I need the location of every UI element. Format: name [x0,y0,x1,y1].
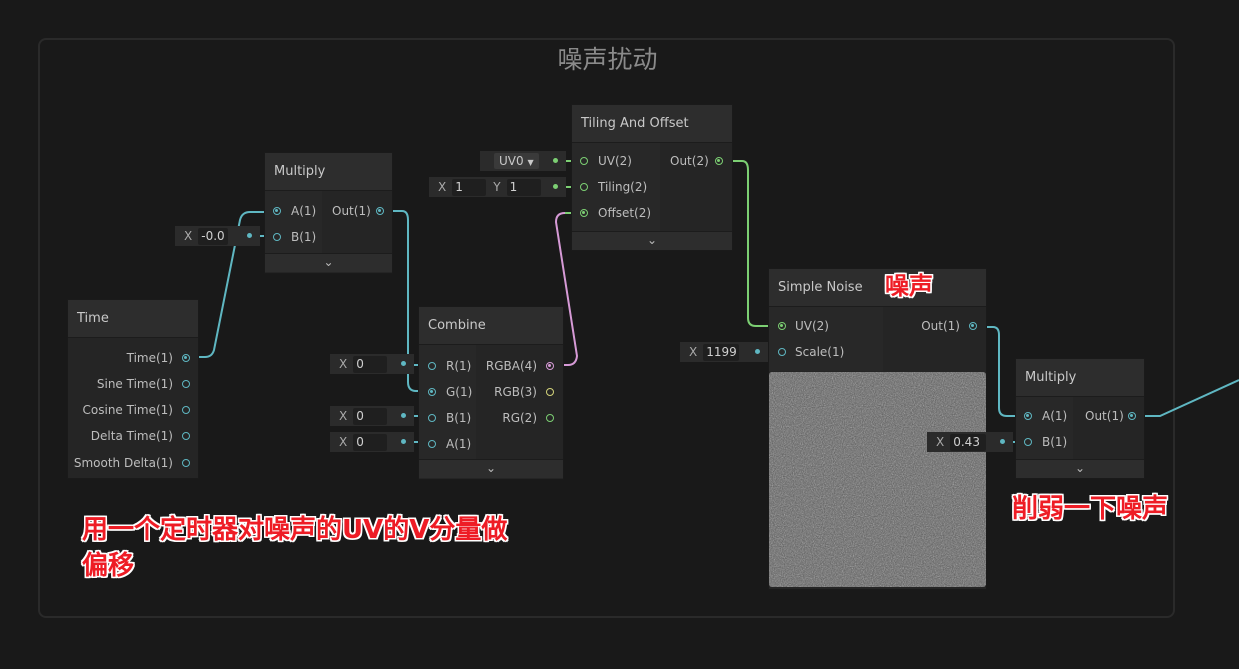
annotation-weaken: 削弱一下噪声 [1012,494,1169,524]
port-tiling[interactable] [580,183,588,191]
port-a[interactable] [273,207,281,215]
multiply1-b-field[interactable]: X -0.0 [175,226,260,246]
node-title: Multiply [1016,359,1144,397]
node-title: Multiply [265,153,392,191]
port-delta-time[interactable] [182,432,190,440]
port-r[interactable] [428,362,436,370]
node-title: Combine [419,307,563,345]
node-title: Time [68,300,198,338]
port-rgb[interactable] [546,388,554,396]
tiling-y[interactable]: 1 [506,178,541,196]
caret-down-icon: ▼ [527,158,534,167]
node-title: Tiling And Offset [572,105,732,143]
annotation-noise: 噪声 [885,272,933,300]
expand-chevron-down-icon[interactable]: ⌄ [419,459,563,478]
port-a[interactable] [428,440,436,448]
port-scale[interactable] [778,348,786,356]
combine-a-field[interactable]: X 0 [330,432,414,452]
noise-scale-field[interactable]: X 1199 [680,342,768,362]
combine-b-field[interactable]: X 0 [330,406,414,426]
port-cosine-time[interactable] [182,406,190,414]
port-rg[interactable] [546,414,554,422]
multiply2-node[interactable]: Multiply A(1) B(1) Out(1) ⌄ [1016,359,1144,478]
tiling-offset-node[interactable]: Tiling And Offset UV(2) Tiling(2) Offset… [572,105,732,250]
port-b[interactable] [428,414,436,422]
port-sine-time[interactable] [182,380,190,388]
tiling-x[interactable]: 1 [452,178,487,196]
port-out[interactable] [1128,412,1136,420]
annotation-timer: 用一个定时器对噪声的UV的V分量做 偏移 [82,515,508,581]
node-title: Simple Noise [769,269,986,307]
uv-channel-field[interactable]: UV0 ▼ [480,151,566,171]
port-out[interactable] [969,322,977,330]
multiply2-b-field[interactable]: X 0.43 [927,432,1013,452]
output-delta-time: Delta Time(1) [90,429,173,443]
uv-dropdown[interactable]: UV0 ▼ [494,153,539,169]
expand-chevron-down-icon[interactable]: ⌄ [265,253,392,272]
port-time[interactable] [182,354,190,362]
port-uv[interactable] [778,322,786,330]
combine-r-field[interactable]: X 0 [330,354,414,374]
multiply1-node[interactable]: Multiply A(1) B(1) Out(1) ⌄ [265,153,392,273]
combine-node[interactable]: Combine R(1) G(1) B(1) A(1) RGBA(4) RGB(… [419,307,563,479]
port-a[interactable] [1024,412,1032,420]
port-rgba[interactable] [546,362,554,370]
port-out[interactable] [376,207,384,215]
port-b[interactable] [1024,438,1032,446]
port-offset[interactable] [580,209,588,217]
output-sine-time: Sine Time(1) [96,377,173,391]
port-uv[interactable] [580,157,588,165]
output-cosine-time: Cosine Time(1) [82,403,173,417]
output-smooth-delta: Smooth Delta(1) [73,456,173,470]
port-smooth-delta[interactable] [182,459,190,467]
expand-chevron-down-icon[interactable]: ⌄ [572,231,732,250]
port-g[interactable] [428,388,436,396]
expand-chevron-down-icon[interactable]: ⌄ [1016,459,1144,478]
wire-multiply2-out [1131,379,1239,417]
time-node[interactable]: Time Time(1) Sine Time(1) Cosine Time(1)… [68,300,198,478]
tiling-field[interactable]: X 1 Y 1 [429,177,566,197]
simple-noise-node[interactable]: Simple Noise UV(2) Scale(1) Out(1) [769,269,986,589]
noise-preview [769,372,986,587]
output-time: Time(1) [126,351,173,365]
port-out[interactable] [715,157,723,165]
port-b[interactable] [273,233,281,241]
multiply1-b-value[interactable]: -0.0 [198,227,228,245]
